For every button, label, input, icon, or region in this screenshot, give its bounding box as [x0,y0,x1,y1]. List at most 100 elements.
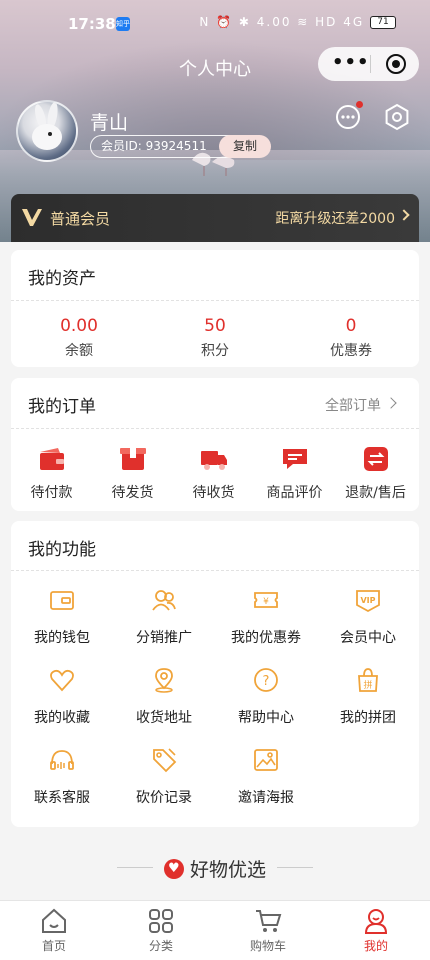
location-icon [155,668,173,693]
status-indicators: N ⏰ ✱ 4.00 ≋ HD 4G 71 [199,15,396,29]
func-label: 砍价记录 [136,790,192,806]
func-group-buy[interactable]: 拼 我的拼团 [317,667,419,727]
func-label: 分销推广 [136,630,192,646]
asset-balance[interactable]: 0.00 余额 [11,316,147,360]
tab-label: 首页 [41,939,66,953]
tag-icon [153,748,177,773]
avatar[interactable] [16,100,78,162]
settings-icon[interactable] [383,103,411,131]
order-review[interactable]: 商品评价 [254,446,335,502]
asset-label: 优惠券 [330,343,372,359]
func-address[interactable]: 收货地址 [113,667,215,727]
chevron-right-icon[interactable] [385,397,397,409]
divider [11,428,419,429]
refund-icon [363,447,388,471]
group-buy-icon: 拼 [358,668,378,692]
status-icons: N ⏰ ✱ 4.00 ≋ HD 4G [199,15,365,29]
svg-text:?: ? [263,674,270,689]
func-member-center[interactable]: VIP 会员中心 [317,587,419,647]
func-wallet[interactable]: 我的钱包 [11,587,113,647]
featured-section-title: 好物优选 [0,855,430,882]
order-label: 待收货 [192,485,235,501]
func-label: 我的钱包 [34,630,90,646]
tab-label: 我的 [363,939,388,953]
func-label: 会员中心 [340,630,396,646]
order-pending-receipt[interactable]: 待收货 [173,446,254,502]
miniprogram-capsule[interactable]: ••• [318,47,419,81]
asset-coupons[interactable]: 0 优惠券 [283,316,419,360]
avatar-rabbit-eye [48,132,52,136]
asset-value: 50 [204,316,226,336]
featured-title: 好物优选 [189,859,266,881]
status-bar: 17:38 知乎 N ⏰ ✱ 4.00 ≋ HD 4G 71 [0,0,430,48]
vip-upgrade-tip[interactable]: 距离升级还差2000 [275,208,395,228]
close-miniprogram-icon[interactable] [386,54,406,74]
order-label: 待付款 [30,485,73,501]
asset-value: 0.00 [60,316,98,336]
bottom-tab-bar: 首页 分类 购物车 我的 [0,900,430,960]
grid-icon [149,909,173,933]
wallet-outline-icon [50,591,74,610]
truck-icon [200,451,227,470]
order-pending-shipment[interactable]: 待发货 [92,446,173,502]
copy-id-button[interactable]: 复制 [219,135,271,158]
func-help[interactable]: ? 帮助中心 [215,667,317,727]
tab-home[interactable]: 首页 [0,907,108,954]
cart-icon [256,910,282,932]
order-pending-payment[interactable]: 待付款 [11,446,92,502]
svg-text:拼: 拼 [363,679,372,691]
vip-icon: VIP [356,590,380,613]
user-icon [364,909,388,934]
chevron-right-icon [398,209,410,221]
app-notification-badge: 知乎 [116,17,130,31]
home-icon [42,908,66,933]
poster-icon [254,749,278,771]
functions-card: 我的功能 我的钱包 分销推广 ¥ 我的优惠券 VIP 会员中心 我的收藏 收货地… [11,521,419,827]
headset-icon [50,750,74,770]
heart-icon [50,669,74,692]
func-label: 我的优惠券 [231,630,301,646]
order-label: 商品评价 [266,485,323,501]
func-label: 收货地址 [136,710,192,726]
order-label: 退款/售后 [345,485,406,501]
func-label: 我的拼团 [340,710,396,726]
func-bargain[interactable]: 砍价记录 [113,747,215,807]
asset-label: 余额 [65,343,93,359]
battery-icon: 71 [370,16,396,29]
func-poster[interactable]: 邀请海报 [215,747,317,807]
all-orders-link[interactable]: 全部订单 [325,395,381,415]
vip-bar[interactable]: 普通会员 距离升级还差2000 [11,194,419,242]
capsule-divider [370,55,371,73]
func-label: 联系客服 [34,790,90,806]
tab-category[interactable]: 分类 [107,907,215,954]
profile-header: 17:38 知乎 N ⏰ ✱ 4.00 ≋ HD 4G 71 个人中心 ••• … [0,0,430,242]
func-customer-service[interactable]: 联系客服 [11,747,113,807]
box-icon [119,448,146,470]
orders-card: 我的订单 全部订单 待付款 待发货 待收货 商品评价 退款/售后 [11,378,419,511]
tab-cart[interactable]: 购物车 [214,907,322,954]
tab-label: 购物车 [249,939,286,953]
asset-value: 0 [345,316,357,336]
func-coupons[interactable]: ¥ 我的优惠券 [215,587,317,647]
asset-points[interactable]: 50 积分 [147,316,283,360]
order-label: 待发货 [111,485,154,501]
tab-mine[interactable]: 我的 [322,907,430,954]
assets-card: 我的资产 0.00 余额 50 积分 0 优惠券 [11,250,419,367]
func-favorites[interactable]: 我的收藏 [11,667,113,727]
func-label: 帮助中心 [238,710,294,726]
orders-title: 我的订单 [28,397,96,417]
unread-dot [356,101,363,108]
svg-text:VIP: VIP [360,596,375,605]
order-refund[interactable]: 退款/售后 [335,446,416,502]
heart-icon [163,859,184,879]
tab-label: 分类 [148,939,173,953]
coupon-icon: ¥ [254,592,278,608]
svg-text:¥: ¥ [263,597,269,607]
users-icon [152,590,176,611]
more-icon[interactable]: ••• [332,54,369,72]
vip-v-icon [22,209,42,226]
status-time: 17:38 [68,15,116,33]
functions-title: 我的功能 [28,540,96,560]
func-distribution[interactable]: 分销推广 [113,587,215,647]
comment-icon [282,449,307,469]
